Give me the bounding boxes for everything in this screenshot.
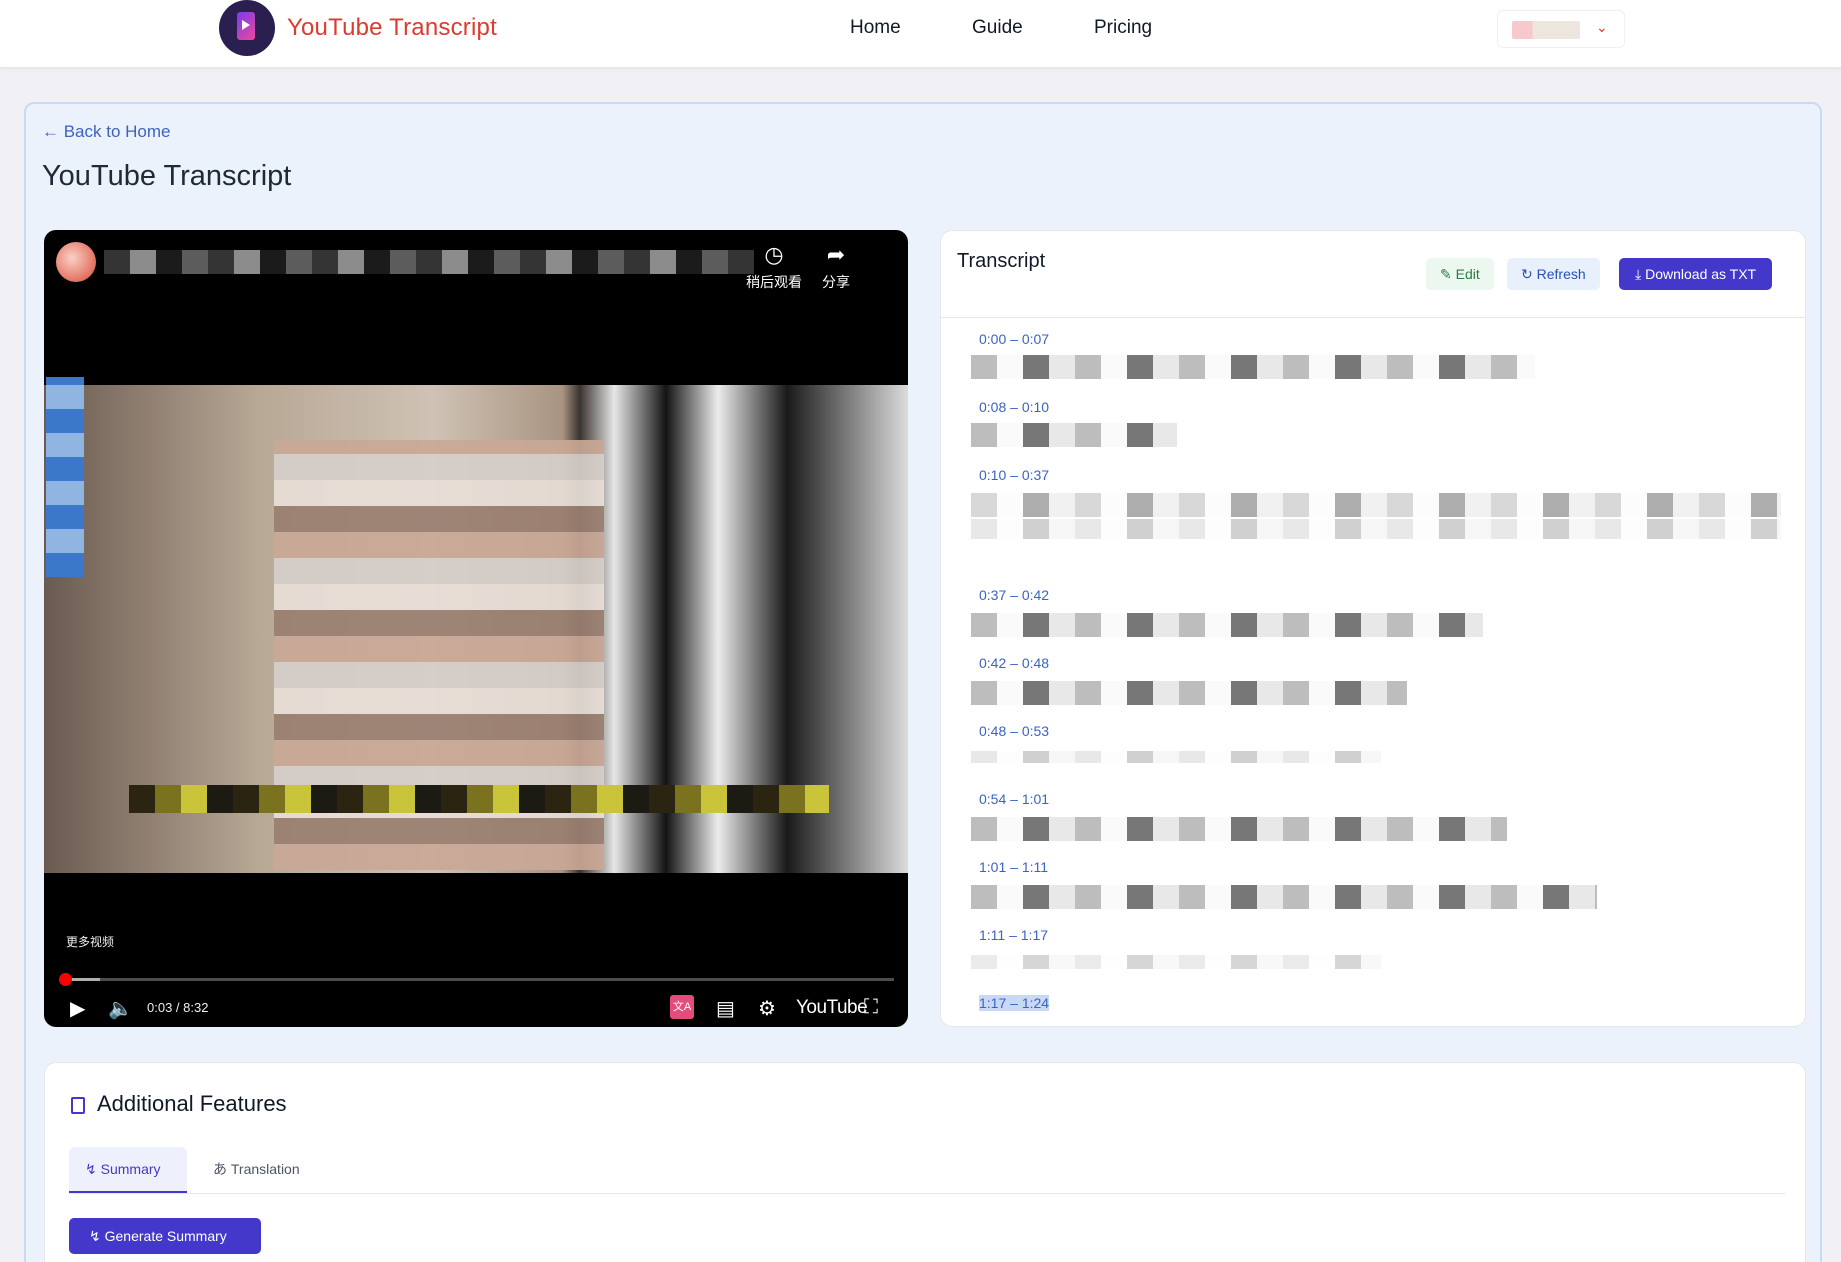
page-title: YouTube Transcript (42, 160, 292, 192)
refresh-label: Refresh (1536, 266, 1586, 282)
clock-icon: ◷ (764, 242, 784, 267)
redacted-subtitle (129, 785, 829, 813)
chevron-down-icon: ⌄ (1596, 19, 1608, 35)
progress-bar[interactable] (59, 973, 894, 986)
transcript-segment[interactable]: 0:37 – 0:42 (979, 587, 1049, 603)
redacted-text (971, 423, 1177, 447)
additional-features-title: Additional Features (97, 1091, 287, 1116)
share-button[interactable]: ➦ 分享 (822, 242, 850, 292)
redacted-text (971, 613, 1483, 637)
segment-timestamp[interactable]: 1:17 – 1:24 (979, 995, 1050, 1011)
redacted-text (971, 751, 1381, 763)
video-player[interactable]: ◷ 稍后观看 ➦ 分享 更多视频 ▶ 🔈 0:03 / 8:32 文A ▤ ⚙ … (44, 230, 908, 1027)
transcript-segment[interactable]: 1:11 – 1:17 (979, 927, 1048, 943)
language-selector[interactable]: ⌄ (1497, 10, 1625, 48)
download-label: Download as TXT (1645, 266, 1757, 282)
video-frame[interactable] (44, 377, 908, 873)
main-container: ← Back to Home YouTube Transcript ◷ 稍后观看… (24, 102, 1822, 1262)
nav-pricing[interactable]: Pricing (1094, 17, 1152, 39)
redacted-text (971, 955, 1381, 969)
nav-home[interactable]: Home (850, 17, 901, 39)
transcript-segment[interactable]: 0:00 – 0:07 (979, 331, 1049, 347)
tab-translation-label: Translation (230, 1161, 300, 1177)
tab-divider (69, 1193, 1785, 1194)
edit-button[interactable]: ✎ Edit (1426, 258, 1494, 290)
redacted-text (971, 817, 1507, 841)
nav-guide[interactable]: Guide (972, 17, 1023, 39)
fullscreen-icon[interactable]: ⛶ (864, 996, 878, 1019)
more-videos-label[interactable]: 更多视频 (66, 933, 114, 950)
redacted-overlay (46, 377, 84, 577)
redacted-text (971, 355, 1535, 379)
additional-features-card: Additional Features ↯ Summary あ Translat… (44, 1062, 1806, 1262)
refresh-button[interactable]: ↻ Refresh (1507, 258, 1600, 290)
video-title-redacted[interactable] (104, 250, 754, 274)
refresh-icon: ↻ (1521, 266, 1533, 282)
transcript-segment[interactable]: 0:48 – 0:53 (979, 723, 1049, 739)
logo-icon[interactable] (219, 0, 275, 56)
generate-summary-label: Generate Summary (104, 1228, 227, 1244)
language-flag-icon (1512, 21, 1580, 39)
back-to-home-link[interactable]: ← Back to Home (42, 122, 171, 142)
transcript-segment[interactable]: 0:54 – 1:01 (979, 791, 1049, 807)
download-txt-button[interactable]: ⤓ Download as TXT (1619, 258, 1773, 290)
redacted-text (971, 885, 1597, 909)
transcript-segment[interactable]: 1:17 – 1:24 (979, 995, 1050, 1011)
share-label: 分享 (822, 274, 850, 290)
auto-translate-icon[interactable]: 文A (670, 995, 694, 1019)
volume-icon[interactable]: 🔈 (108, 996, 133, 1021)
download-icon: ⤓ (1635, 266, 1642, 282)
tab-summary-label: Summary (100, 1161, 161, 1177)
clipboard-icon (71, 1097, 85, 1114)
segment-timestamp[interactable]: 0:42 – 0:48 (979, 655, 1049, 671)
tab-translation[interactable]: あ Translation (197, 1147, 317, 1193)
channel-avatar[interactable] (56, 242, 96, 282)
transcript-segment[interactable]: 0:08 – 0:10 (979, 399, 1049, 415)
transcript-panel: Transcript ✎ Edit ↻ Refresh ⤓ Download a… (940, 230, 1806, 1027)
captions-icon[interactable]: ▤ (716, 996, 735, 1021)
tab-summary[interactable]: ↯ Summary (69, 1147, 187, 1193)
segment-timestamp[interactable]: 0:00 – 0:07 (979, 331, 1049, 347)
share-icon: ➦ (826, 242, 846, 267)
play-icon[interactable]: ▶ (70, 996, 85, 1021)
watch-later-label: 稍后观看 (746, 274, 802, 290)
lightning-icon: ↯ (85, 1161, 97, 1177)
segment-timestamp[interactable]: 0:54 – 1:01 (979, 791, 1049, 807)
redacted-text (971, 493, 1781, 517)
settings-gear-icon[interactable]: ⚙ (758, 996, 776, 1021)
transcript-title: Transcript (957, 250, 1046, 272)
brand-name[interactable]: YouTube Transcript (287, 14, 497, 42)
lightning-icon: ↯ (89, 1228, 101, 1244)
time-display: 0:03 / 8:32 (147, 1000, 209, 1015)
segment-timestamp[interactable]: 1:11 – 1:17 (979, 927, 1048, 943)
edit-label: Edit (1455, 266, 1480, 282)
transcript-segment[interactable]: 0:42 – 0:48 (979, 655, 1049, 671)
redacted-text (971, 519, 1781, 539)
redacted-text (971, 681, 1407, 705)
segment-timestamp[interactable]: 1:01 – 1:11 (979, 859, 1048, 875)
youtube-logo[interactable]: YouTube (796, 997, 868, 1019)
transcript-segment[interactable]: 1:01 – 1:11 (979, 859, 1048, 875)
edit-icon: ✎ (1440, 266, 1452, 282)
transcript-header: Transcript ✎ Edit ↻ Refresh ⤓ Download a… (941, 231, 1805, 318)
watch-later-button[interactable]: ◷ 稍后观看 (746, 242, 802, 292)
transcript-segment[interactable]: 0:10 – 0:37 (979, 467, 1049, 483)
generate-summary-button[interactable]: ↯ Generate Summary (69, 1218, 261, 1254)
translate-icon: あ (213, 1161, 227, 1177)
top-navbar: YouTube Transcript Home Guide Pricing ⌄ (0, 0, 1841, 68)
progress-scrubber[interactable] (59, 973, 73, 986)
segment-timestamp[interactable]: 0:48 – 0:53 (979, 723, 1049, 739)
segment-timestamp[interactable]: 0:10 – 0:37 (979, 467, 1049, 483)
segment-timestamp[interactable]: 0:37 – 0:42 (979, 587, 1049, 603)
segment-timestamp[interactable]: 0:08 – 0:10 (979, 399, 1049, 415)
